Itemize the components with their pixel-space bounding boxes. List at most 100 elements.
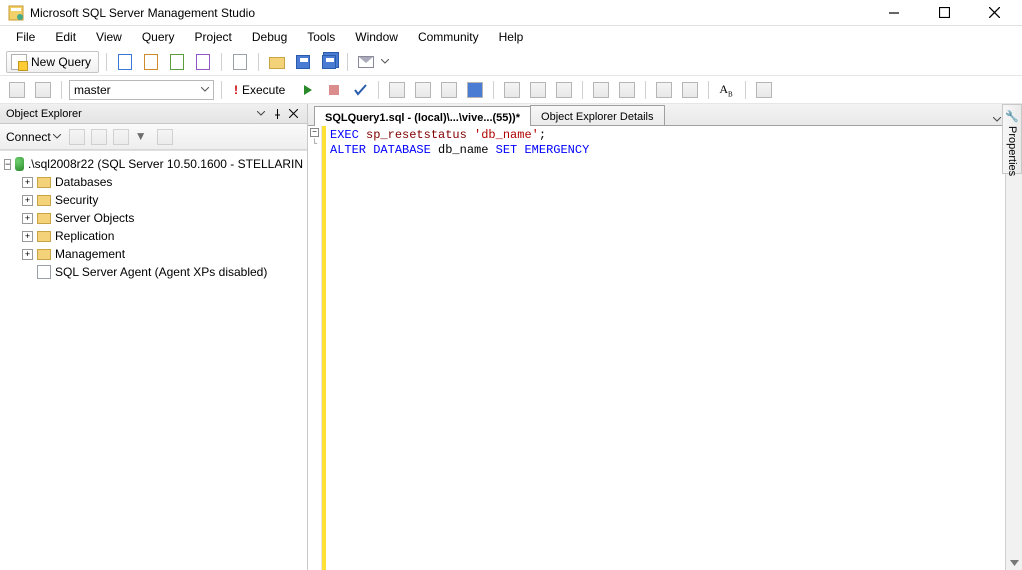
vertical-scrollbar[interactable] bbox=[1005, 126, 1022, 570]
execute-button[interactable]: ! Execute bbox=[229, 79, 293, 101]
toolbar-button-4[interactable] bbox=[464, 79, 486, 101]
stop-icon[interactable] bbox=[113, 129, 129, 145]
tab-sqlquery[interactable]: SQLQuery1.sql - (local)\...\vive...(55))… bbox=[314, 106, 531, 126]
tab-object-explorer-details[interactable]: Object Explorer Details bbox=[530, 105, 665, 125]
scroll-down-button[interactable] bbox=[1007, 555, 1022, 570]
connect-button[interactable]: Connect bbox=[6, 130, 61, 144]
results-file-button[interactable] bbox=[553, 79, 575, 101]
object-explorer-header: Object Explorer bbox=[0, 104, 307, 124]
menu-edit[interactable]: Edit bbox=[45, 28, 86, 46]
generic-icon bbox=[756, 82, 772, 98]
disconnect-button[interactable] bbox=[32, 79, 54, 101]
results-grid-button[interactable] bbox=[501, 79, 523, 101]
wrench-icon: 🔧 bbox=[1006, 109, 1019, 122]
filter-icon[interactable]: ▼ bbox=[135, 129, 151, 145]
panel-dropdown-button[interactable] bbox=[253, 107, 269, 121]
menu-project[interactable]: Project bbox=[185, 28, 242, 46]
new-query-button[interactable]: New Query bbox=[6, 51, 99, 73]
folder-icon bbox=[37, 231, 51, 242]
node-label: Management bbox=[55, 247, 125, 261]
connect-label: Connect bbox=[6, 130, 51, 144]
new-file-button-2[interactable] bbox=[140, 51, 162, 73]
results-text-button[interactable] bbox=[527, 79, 549, 101]
tab-dropdown-button[interactable] bbox=[993, 111, 1001, 125]
connection-icon bbox=[9, 82, 25, 98]
server-icon bbox=[15, 157, 24, 171]
tree-security-node[interactable]: + Security bbox=[4, 191, 303, 209]
new-file-button-4[interactable] bbox=[192, 51, 214, 73]
open-folder-button-1[interactable] bbox=[229, 51, 251, 73]
uncomment-icon bbox=[619, 82, 635, 98]
new-file-button-1[interactable] bbox=[114, 51, 136, 73]
expander-icon[interactable]: + bbox=[22, 177, 33, 188]
object-explorer-title: Object Explorer bbox=[6, 108, 82, 120]
indent-button[interactable] bbox=[653, 79, 675, 101]
expander-icon[interactable]: + bbox=[22, 231, 33, 242]
pin-button[interactable] bbox=[269, 107, 285, 121]
toolbar-button-2[interactable] bbox=[412, 79, 434, 101]
expander-icon[interactable]: + bbox=[22, 195, 33, 206]
code-content[interactable]: EXEC sp_resetstatus 'db_name'; ALTER DAT… bbox=[322, 126, 1005, 570]
generic-icon bbox=[389, 82, 405, 98]
properties-panel-collapsed[interactable]: 🔧 Properties bbox=[1002, 104, 1022, 174]
grid-icon bbox=[504, 82, 520, 98]
mail-button[interactable] bbox=[355, 51, 377, 73]
values-icon: AB bbox=[719, 82, 735, 98]
app-icon bbox=[8, 5, 24, 21]
mail-icon bbox=[358, 56, 374, 68]
toolbar-button-last[interactable] bbox=[753, 79, 775, 101]
tree-databases-node[interactable]: + Databases bbox=[4, 173, 303, 191]
tree-server-objects-node[interactable]: + Server Objects bbox=[4, 209, 303, 227]
connect-icon[interactable] bbox=[69, 129, 85, 145]
maximize-button[interactable] bbox=[930, 3, 958, 23]
expander-icon[interactable]: − bbox=[4, 159, 11, 170]
editor-area: SQLQuery1.sql - (local)\...\vive...(55))… bbox=[308, 104, 1022, 570]
tab-label: SQLQuery1.sql - (local)\...\vive...(55))… bbox=[325, 112, 520, 124]
menu-view[interactable]: View bbox=[86, 28, 132, 46]
menu-query[interactable]: Query bbox=[132, 28, 185, 46]
tree-server-node[interactable]: − .\sql2008r22 (SQL Server 10.50.1600 - … bbox=[4, 155, 303, 173]
toolbar-button-1[interactable] bbox=[386, 79, 408, 101]
specify-values-button[interactable]: AB bbox=[716, 79, 738, 101]
menu-debug[interactable]: Debug bbox=[242, 28, 297, 46]
code-editor[interactable]: − └ EXEC sp_resetstatus 'db_name'; ALTER… bbox=[308, 126, 1022, 570]
save-all-button[interactable] bbox=[318, 51, 340, 73]
text-icon bbox=[530, 82, 546, 98]
menu-help[interactable]: Help bbox=[489, 28, 534, 46]
tree-replication-node[interactable]: + Replication bbox=[4, 227, 303, 245]
outdent-button[interactable] bbox=[679, 79, 701, 101]
open-folder-button-2[interactable] bbox=[266, 51, 288, 73]
expander-icon[interactable]: + bbox=[22, 213, 33, 224]
node-label: Server Objects bbox=[55, 211, 134, 225]
dropdown-arrow-icon[interactable] bbox=[381, 58, 389, 66]
new-query-icon bbox=[11, 54, 27, 70]
uncomment-button[interactable] bbox=[616, 79, 638, 101]
toolbar-button-3[interactable] bbox=[438, 79, 460, 101]
menu-file[interactable]: File bbox=[6, 28, 45, 46]
expander-icon[interactable]: + bbox=[22, 249, 33, 260]
close-panel-button[interactable] bbox=[285, 107, 301, 121]
close-button[interactable] bbox=[980, 3, 1008, 23]
stop-button[interactable] bbox=[323, 79, 345, 101]
change-connection-button[interactable] bbox=[6, 79, 28, 101]
outline-collapse-icon[interactable]: − bbox=[310, 128, 319, 137]
menu-window[interactable]: Window bbox=[345, 28, 408, 46]
stop-icon bbox=[329, 85, 339, 95]
tree-agent-node[interactable]: SQL Server Agent (Agent XPs disabled) bbox=[4, 263, 303, 281]
comment-button[interactable] bbox=[590, 79, 612, 101]
minimize-button[interactable] bbox=[880, 3, 908, 23]
tree-management-node[interactable]: + Management bbox=[4, 245, 303, 263]
new-file-button-3[interactable] bbox=[166, 51, 188, 73]
folder-icon bbox=[37, 249, 51, 260]
debug-button[interactable] bbox=[297, 79, 319, 101]
code-gutter: − └ bbox=[308, 126, 322, 570]
disconnect-icon[interactable] bbox=[91, 129, 107, 145]
parse-button[interactable] bbox=[349, 79, 371, 101]
code-line-2: ALTER DATABASE db_name SET EMERGENCY bbox=[330, 143, 1001, 158]
menu-tools[interactable]: Tools bbox=[297, 28, 345, 46]
database-combo[interactable]: master bbox=[69, 80, 214, 100]
save-button[interactable] bbox=[292, 51, 314, 73]
menu-community[interactable]: Community bbox=[408, 28, 489, 46]
refresh-icon[interactable] bbox=[157, 129, 173, 145]
chevron-down-icon bbox=[201, 87, 209, 92]
